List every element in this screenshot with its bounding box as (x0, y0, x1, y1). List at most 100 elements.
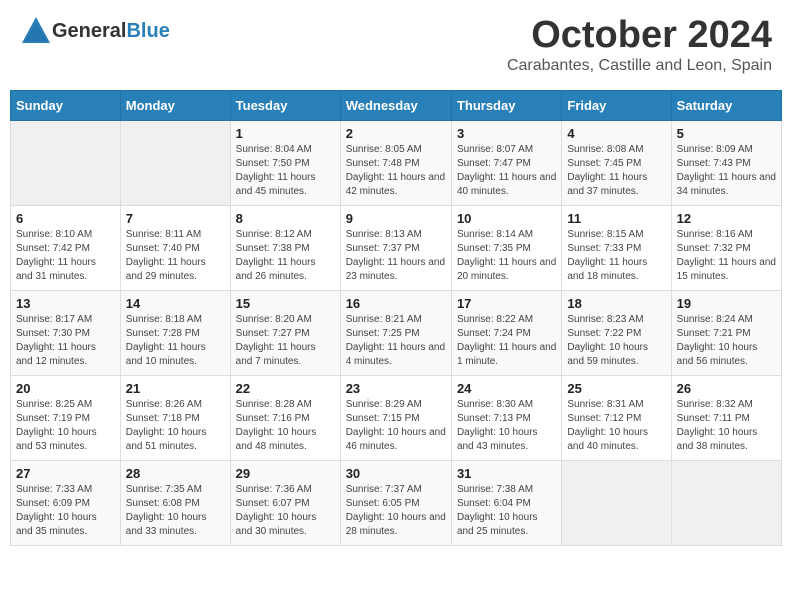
day-number: 21 (126, 381, 225, 396)
calendar-cell: 10Sunrise: 8:14 AM Sunset: 7:35 PM Dayli… (451, 205, 561, 290)
day-number: 19 (677, 296, 776, 311)
day-number: 1 (236, 126, 335, 141)
calendar-cell: 7 Sunrise: 8:11 AM Sunset: 7:40 PM Daylig… (120, 205, 230, 290)
calendar-cell: 30Sunrise: 7:37 AM Sunset: 6:05 PM Dayli… (340, 460, 451, 545)
calendar-cell: 9 Sunrise: 8:13 AM Sunset: 7:37 PM Daylig… (340, 205, 451, 290)
day-info: Sunrise: 8:07 AM Sunset: 7:47 PM Dayligh… (457, 143, 556, 199)
week-row-3: 20 Sunrise: 8:25 AM Sunset: 7:19 PM Dayli… (11, 375, 782, 460)
calendar-cell: 23 Sunrise: 8:29 AM Sunset: 7:15 PM Dayli… (340, 375, 451, 460)
calendar-header-row: SundayMondayTuesdayWednesdayThursdayFrid… (11, 90, 782, 120)
calendar-cell: 21Sunrise: 8:26 AM Sunset: 7:18 PM Dayli… (120, 375, 230, 460)
day-number: 24 (457, 381, 556, 396)
day-number: 4 (567, 126, 665, 141)
calendar-cell (11, 120, 121, 205)
day-number: 12 (677, 211, 776, 226)
calendar-cell: 25 Sunrise: 8:31 AM Sunset: 7:12 PM Dayli… (562, 375, 671, 460)
day-header-thursday: Thursday (451, 90, 561, 120)
day-number: 30 (346, 466, 446, 481)
month-title: October 2024 (507, 15, 772, 57)
day-info: Sunrise: 8:12 AM Sunset: 7:38 PM Dayligh… (236, 228, 335, 284)
calendar-cell (562, 460, 671, 545)
calendar-table: SundayMondayTuesdayWednesdayThursdayFrid… (10, 90, 782, 546)
day-number: 29 (236, 466, 335, 481)
day-info: Sunrise: 7:33 AM Sunset: 6:09 PM Dayligh… (16, 483, 115, 539)
calendar-cell: 26 Sunrise: 8:32 AM Sunset: 7:11 PM Dayli… (671, 375, 781, 460)
day-info: Sunrise: 8:04 AM Sunset: 7:50 PM Dayligh… (236, 143, 335, 199)
calendar-cell: 14 Sunrise: 8:18 AM Sunset: 7:28 PM Dayli… (120, 290, 230, 375)
day-info: Sunrise: 8:21 AM Sunset: 7:25 PM Dayligh… (346, 313, 446, 369)
day-info: Sunrise: 7:38 AM Sunset: 6:04 PM Dayligh… (457, 483, 556, 539)
day-number: 27 (16, 466, 115, 481)
calendar-cell: 17Sunrise: 8:22 AM Sunset: 7:24 PM Dayli… (451, 290, 561, 375)
calendar-cell: 3 Sunrise: 8:07 AM Sunset: 7:47 PM Daylig… (451, 120, 561, 205)
day-info: Sunrise: 8:32 AM Sunset: 7:11 PM Dayligh… (677, 398, 776, 454)
day-number: 25 (567, 381, 665, 396)
day-number: 20 (16, 381, 115, 396)
calendar-cell: 4 Sunrise: 8:08 AM Sunset: 7:45 PM Daylig… (562, 120, 671, 205)
day-info: Sunrise: 8:13 AM Sunset: 7:37 PM Dayligh… (346, 228, 446, 284)
day-number: 9 (346, 211, 446, 226)
day-info: Sunrise: 8:30 AM Sunset: 7:13 PM Dayligh… (457, 398, 556, 454)
page-header: GeneralBlue October 2024 Carabantes, Cas… (10, 10, 782, 80)
day-number: 28 (126, 466, 225, 481)
calendar-cell: 24 Sunrise: 8:30 AM Sunset: 7:13 PM Dayli… (451, 375, 561, 460)
week-row-4: 27 Sunrise: 7:33 AM Sunset: 6:09 PM Dayli… (11, 460, 782, 545)
day-info: Sunrise: 8:09 AM Sunset: 7:43 PM Dayligh… (677, 143, 776, 199)
calendar-cell: 18Sunrise: 8:23 AM Sunset: 7:22 PM Dayli… (562, 290, 671, 375)
day-info: Sunrise: 8:05 AM Sunset: 7:48 PM Dayligh… (346, 143, 446, 199)
day-number: 31 (457, 466, 556, 481)
day-number: 15 (236, 296, 335, 311)
calendar-cell: 11 Sunrise: 8:15 AM Sunset: 7:33 PM Dayli… (562, 205, 671, 290)
logo-icon (20, 15, 52, 47)
day-number: 6 (16, 211, 115, 226)
calendar-cell: 8Sunrise: 8:12 AM Sunset: 7:38 PM Daylig… (230, 205, 340, 290)
calendar-cell: 5Sunrise: 8:09 AM Sunset: 7:43 PM Daylig… (671, 120, 781, 205)
day-number: 11 (567, 211, 665, 226)
day-info: Sunrise: 8:14 AM Sunset: 7:35 PM Dayligh… (457, 228, 556, 284)
calendar-cell (671, 460, 781, 545)
calendar-cell: 28 Sunrise: 7:35 AM Sunset: 6:08 PM Dayli… (120, 460, 230, 545)
calendar-cell: 29 Sunrise: 7:36 AM Sunset: 6:07 PM Dayli… (230, 460, 340, 545)
day-info: Sunrise: 8:16 AM Sunset: 7:32 PM Dayligh… (677, 228, 776, 284)
day-number: 26 (677, 381, 776, 396)
calendar-cell: 19 Sunrise: 8:24 AM Sunset: 7:21 PM Dayli… (671, 290, 781, 375)
day-header-tuesday: Tuesday (230, 90, 340, 120)
day-number: 16 (346, 296, 446, 311)
calendar-cell: 16 Sunrise: 8:21 AM Sunset: 7:25 PM Dayli… (340, 290, 451, 375)
day-header-saturday: Saturday (671, 90, 781, 120)
calendar-cell: 12 Sunrise: 8:16 AM Sunset: 7:32 PM Dayli… (671, 205, 781, 290)
week-row-0: 1 Sunrise: 8:04 AM Sunset: 7:50 PM Daylig… (11, 120, 782, 205)
day-number: 17 (457, 296, 556, 311)
day-info: Sunrise: 8:31 AM Sunset: 7:12 PM Dayligh… (567, 398, 665, 454)
day-info: Sunrise: 8:20 AM Sunset: 7:27 PM Dayligh… (236, 313, 335, 369)
day-number: 3 (457, 126, 556, 141)
day-info: Sunrise: 8:11 AM Sunset: 7:40 PM Dayligh… (126, 228, 225, 284)
logo: GeneralBlue (20, 15, 170, 47)
day-info: Sunrise: 7:36 AM Sunset: 6:07 PM Dayligh… (236, 483, 335, 539)
day-info: Sunrise: 8:08 AM Sunset: 7:45 PM Dayligh… (567, 143, 665, 199)
calendar-cell: 2 Sunrise: 8:05 AM Sunset: 7:48 PM Daylig… (340, 120, 451, 205)
day-info: Sunrise: 8:25 AM Sunset: 7:19 PM Dayligh… (16, 398, 115, 454)
day-info: Sunrise: 8:17 AM Sunset: 7:30 PM Dayligh… (16, 313, 115, 369)
calendar-cell: 13 Sunrise: 8:17 AM Sunset: 7:30 PM Dayli… (11, 290, 121, 375)
day-number: 7 (126, 211, 225, 226)
day-info: Sunrise: 7:35 AM Sunset: 6:08 PM Dayligh… (126, 483, 225, 539)
day-number: 23 (346, 381, 446, 396)
calendar-cell: 1 Sunrise: 8:04 AM Sunset: 7:50 PM Daylig… (230, 120, 340, 205)
day-info: Sunrise: 8:29 AM Sunset: 7:15 PM Dayligh… (346, 398, 446, 454)
day-header-friday: Friday (562, 90, 671, 120)
day-info: Sunrise: 8:15 AM Sunset: 7:33 PM Dayligh… (567, 228, 665, 284)
day-header-monday: Monday (120, 90, 230, 120)
day-number: 2 (346, 126, 446, 141)
day-number: 14 (126, 296, 225, 311)
day-info: Sunrise: 8:10 AM Sunset: 7:42 PM Dayligh… (16, 228, 115, 284)
week-row-1: 6 Sunrise: 8:10 AM Sunset: 7:42 PM Daylig… (11, 205, 782, 290)
title-section: October 2024 Carabantes, Castille and Le… (507, 15, 772, 75)
day-info: Sunrise: 8:23 AM Sunset: 7:22 PM Dayligh… (567, 313, 665, 369)
logo-general-text: General (52, 20, 126, 43)
day-header-sunday: Sunday (11, 90, 121, 120)
calendar-cell: 20 Sunrise: 8:25 AM Sunset: 7:19 PM Dayli… (11, 375, 121, 460)
day-number: 13 (16, 296, 115, 311)
day-info: Sunrise: 8:24 AM Sunset: 7:21 PM Dayligh… (677, 313, 776, 369)
day-info: Sunrise: 8:18 AM Sunset: 7:28 PM Dayligh… (126, 313, 225, 369)
